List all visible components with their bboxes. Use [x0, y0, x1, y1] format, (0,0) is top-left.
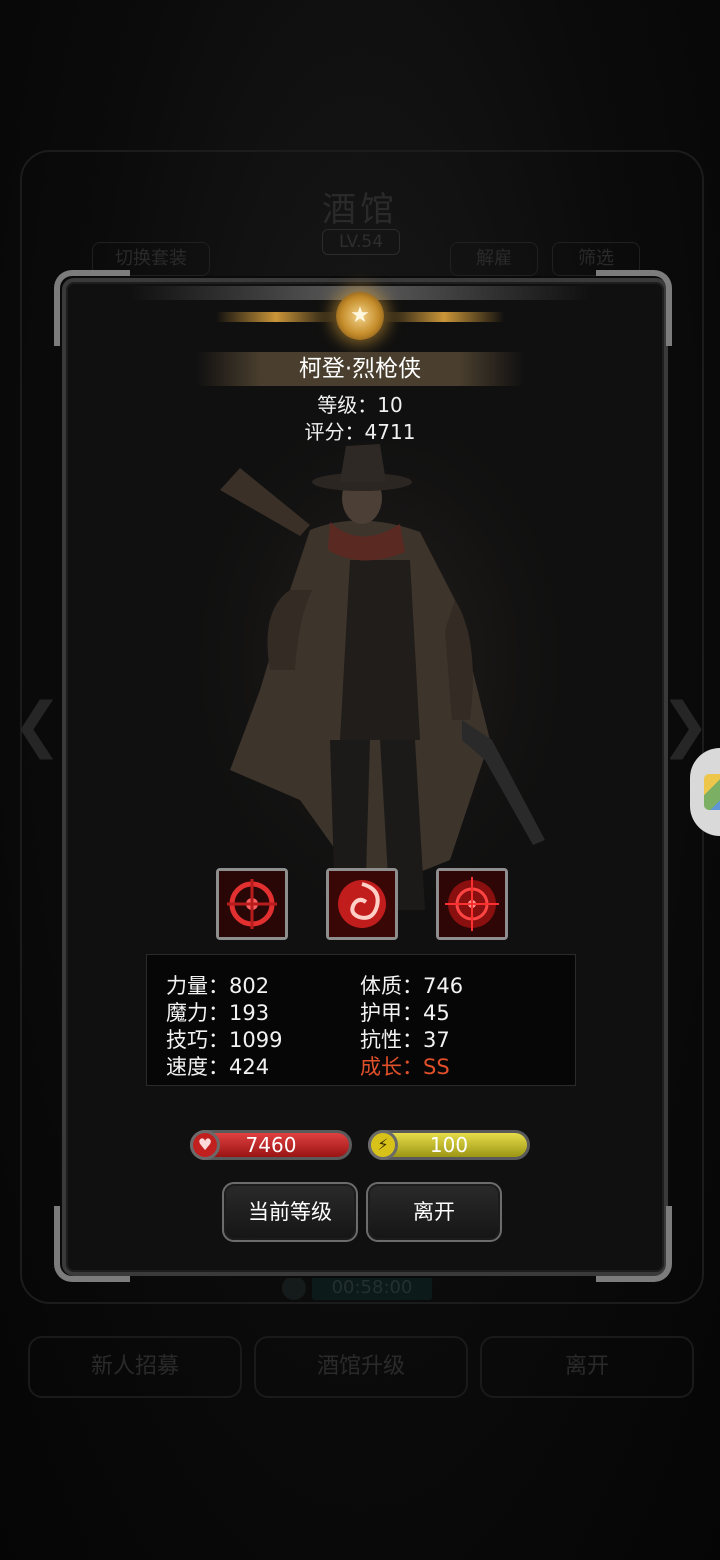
rank-emblem-icon: ★ [336, 292, 384, 340]
skill-slot-2[interactable] [326, 868, 398, 940]
timer-icon [282, 1276, 306, 1300]
hero-level: 等级：10 [317, 393, 403, 417]
recruit-button: 新人招募 [28, 1336, 242, 1398]
background-leave-button: 离开 [480, 1336, 694, 1398]
floating-assistant-widget[interactable] [690, 748, 720, 836]
emblem-wing-left [216, 312, 336, 322]
prev-hero-arrow-icon[interactable]: ❮ [12, 690, 62, 760]
emblem-wing-right [384, 312, 504, 322]
gunslinger-figure [200, 440, 560, 930]
current-level-button[interactable]: 当前等级 [222, 1182, 358, 1242]
stat-growth: 成长：SS [360, 1055, 450, 1079]
lightning-icon: ⚡ [368, 1130, 398, 1160]
stat-resistance: 抗性：37 [360, 1028, 450, 1052]
skill-slot-1[interactable] [216, 868, 288, 940]
heart-icon: ♥ [190, 1130, 220, 1160]
crosshair-skill-icon [219, 871, 285, 937]
assistant-app-icon [704, 774, 720, 810]
hero-name: 柯登·烈枪侠 [196, 352, 524, 386]
dismiss-button: 解雇 [450, 242, 538, 276]
ornament-corner-bottom-left [54, 1206, 130, 1282]
tavern-level: LV.54 [322, 229, 400, 255]
stat-magic: 魔力：193 [166, 1001, 270, 1025]
ornament-corner-bottom-right [596, 1206, 672, 1282]
tavern-title: 酒馆 [322, 190, 398, 230]
leave-button[interactable]: 离开 [366, 1182, 502, 1242]
target-skill-icon [439, 871, 505, 937]
stat-constitution: 体质：746 [360, 974, 464, 998]
ornament-corner-top-right [596, 270, 672, 346]
hero-portrait [200, 440, 560, 930]
stat-strength: 力量：802 [166, 974, 270, 998]
vortex-skill-icon [329, 871, 395, 937]
stat-speed: 速度：424 [166, 1055, 270, 1079]
skill-slot-3[interactable] [436, 868, 508, 940]
stat-skill: 技巧：1099 [166, 1028, 283, 1052]
ornament-corner-top-left [54, 270, 130, 346]
stat-armor: 护甲：45 [360, 1001, 450, 1025]
recruit-timer: 00:58:00 [312, 1276, 432, 1300]
tavern-upgrade-button: 酒馆升级 [254, 1336, 468, 1398]
